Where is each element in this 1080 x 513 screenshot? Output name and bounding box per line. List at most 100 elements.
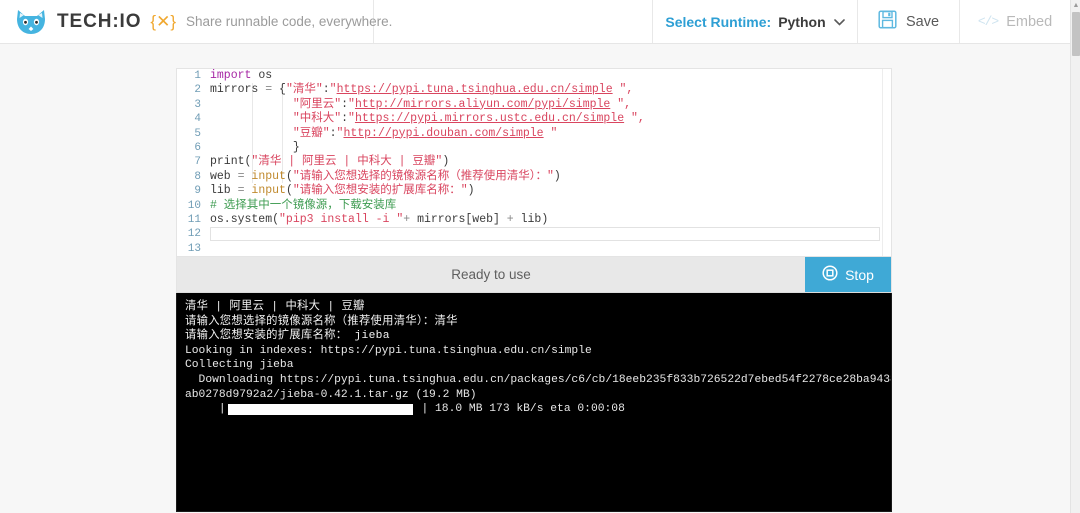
code-token: " bbox=[348, 112, 355, 126]
code-token: ( bbox=[285, 169, 293, 183]
top-navigation-bar: TECH:IO {✕} Share runnable code, everywh… bbox=[0, 0, 1070, 44]
code-token: "中科大" bbox=[292, 112, 342, 126]
editor-line-number: 11 bbox=[187, 213, 201, 226]
code-token: https://pypi.mirrors.ustc.edu.cn/simple bbox=[354, 112, 625, 126]
code-token: } bbox=[210, 140, 300, 154]
progress-bar bbox=[227, 403, 413, 415]
brand-block[interactable]: TECH:IO {✕} Share runnable code, everywh… bbox=[0, 0, 392, 43]
editor-line-number: 2 bbox=[194, 84, 201, 97]
code-editor[interactable]: 1 2 3 4 5 6 7 8 9 10 11 12 13 import os mirrors = {"清… bbox=[176, 68, 892, 257]
page-scrollbar-thumb[interactable] bbox=[1072, 12, 1080, 56]
terminal-line: 清华 | 阿里云 | 中科大 | 豆瓣 bbox=[185, 301, 365, 313]
editor-line-number: 5 bbox=[194, 127, 201, 140]
code-token: ( bbox=[272, 212, 280, 226]
editor-scrollbar-thumb[interactable] bbox=[884, 70, 891, 220]
code-token: os.system bbox=[210, 212, 273, 226]
terminal-line: 请输入您想安装的扩展库名称： jieba bbox=[185, 330, 390, 343]
terminal-line: Collecting jieba bbox=[185, 359, 294, 372]
editor-line-number: 9 bbox=[194, 185, 201, 198]
selected-runtime-value: Python bbox=[778, 13, 826, 30]
editor-code-line[interactable]: "中科大":"https://pypi.mirrors.ustc.edu.cn/… bbox=[210, 112, 881, 126]
code-token: "请输入您想选择的镜像源名称（推荐使用清华）：" bbox=[292, 169, 554, 183]
code-brackets-icon: </> bbox=[977, 14, 999, 29]
code-token: { bbox=[279, 83, 286, 97]
code-token: + bbox=[506, 212, 521, 226]
code-token: " bbox=[329, 83, 337, 97]
code-token: "清华 | 阿里云 | 中科大 | 豆瓣" bbox=[251, 155, 443, 169]
progress-suffix: | 18.0 MB 173 kB/s eta 0:00:08 bbox=[414, 403, 625, 416]
terminal-line: 请输入您想选择的镜像源名称（推荐使用清华）：清华 bbox=[185, 315, 458, 328]
editor-line-number: 12 bbox=[187, 228, 201, 241]
editor-code-line[interactable]: mirrors = {"清华":"https://pypi.tuna.tsing… bbox=[210, 83, 881, 97]
code-token: ", bbox=[612, 83, 634, 97]
select-runtime-dropdown[interactable]: Select Runtime: Python bbox=[653, 0, 858, 43]
editor-code-line[interactable]: # 选择其中一个镜像源，下载安装库 bbox=[210, 199, 881, 213]
terminal-line: Downloading https://pypi.tuna.tsinghua.e… bbox=[185, 373, 892, 386]
nav-spacer bbox=[374, 0, 653, 43]
code-token: input bbox=[251, 184, 286, 198]
code-token: os bbox=[251, 69, 273, 82]
editor-code-line[interactable]: web = input("请输入您想选择的镜像源名称（推荐使用清华）：") bbox=[210, 170, 881, 184]
editor-active-line[interactable] bbox=[210, 227, 880, 241]
code-token: ", bbox=[624, 112, 645, 126]
save-button[interactable]: Save bbox=[858, 0, 960, 43]
editor-code-line[interactable]: os.system("pip3 install -i "+ mirrors[we… bbox=[210, 213, 881, 227]
floppy-disk-icon bbox=[878, 9, 897, 34]
code-token: print bbox=[210, 155, 245, 169]
stop-square-icon bbox=[822, 265, 838, 284]
fox-head-logo-icon bbox=[14, 7, 48, 37]
embed-button[interactable]: </> Embed bbox=[960, 0, 1070, 43]
code-token: "请输入您想安装的扩展库名称：" bbox=[292, 184, 468, 198]
save-label: Save bbox=[905, 13, 940, 30]
stop-button[interactable]: Stop bbox=[805, 257, 891, 292]
workspace: 1 2 3 4 5 6 7 8 9 10 11 12 13 import os mirrors = {"清… bbox=[176, 68, 892, 513]
brand-braces-icon: {✕} bbox=[150, 11, 177, 31]
editor-code-line[interactable] bbox=[210, 242, 881, 256]
editor-gutter: 1 2 3 4 5 6 7 8 9 10 11 12 13 bbox=[177, 69, 206, 256]
editor-code-line[interactable]: print("清华 | 阿里云 | 中科大 | 豆瓣") bbox=[210, 155, 881, 169]
code-token: ) bbox=[442, 155, 450, 169]
editor-code-line[interactable]: "阿里云":"http://mirrors.aliyun.com/pypi/si… bbox=[210, 98, 881, 112]
code-token: lib bbox=[210, 184, 238, 198]
page-scrollbar[interactable]: ▲ bbox=[1070, 0, 1080, 513]
code-token: https://pypi.tuna.tsinghua.edu.cn/simple bbox=[336, 83, 613, 97]
editor-line-number: 8 bbox=[194, 170, 201, 183]
terminal-output[interactable]: 清华 | 阿里云 | 中科大 | 豆瓣请输入您想选择的镜像源名称（推荐使用清华）… bbox=[176, 293, 892, 512]
code-token: lib) bbox=[520, 212, 549, 226]
editor-code-line[interactable]: "豆瓣":"http://pypi.douban.com/simple " bbox=[210, 127, 881, 141]
editor-code-line[interactable]: lib = input("请输入您想安装的扩展库名称：") bbox=[210, 184, 881, 198]
download-progress-row: | | 18.0 MB 173 kB/s eta 0:00:08 bbox=[185, 402, 891, 417]
editor-line-number: 7 bbox=[194, 156, 201, 169]
brand-tagline: Share runnable code, everywhere. bbox=[186, 14, 393, 29]
select-runtime-label: Select Runtime: bbox=[665, 13, 772, 30]
editor-line-number: 6 bbox=[194, 141, 201, 154]
code-token: " bbox=[348, 97, 355, 111]
code-token: ) bbox=[467, 184, 475, 198]
code-token: "清华" bbox=[285, 83, 323, 97]
status-message: Ready to use bbox=[177, 257, 805, 292]
progress-bar-fill bbox=[228, 404, 412, 414]
code-token: + bbox=[403, 212, 418, 226]
editor-line-number: 4 bbox=[194, 113, 201, 126]
editor-scrollbar[interactable] bbox=[882, 69, 891, 256]
code-token: "pip3 install -i " bbox=[279, 212, 404, 226]
editor-code-line[interactable]: } bbox=[210, 141, 881, 155]
code-token: " bbox=[543, 126, 558, 140]
code-token: = bbox=[237, 184, 252, 198]
chevron-down-icon bbox=[833, 13, 845, 31]
code-token: "阿里云" bbox=[292, 97, 342, 111]
code-token: ( bbox=[285, 184, 293, 198]
editor-code-line[interactable]: import os bbox=[210, 69, 881, 83]
code-token: = bbox=[265, 83, 280, 97]
code-token: ", bbox=[610, 97, 632, 111]
code-token: web bbox=[210, 169, 238, 183]
editor-line-number: 10 bbox=[187, 199, 201, 212]
code-token: ) bbox=[553, 169, 561, 183]
code-token: http://mirrors.aliyun.com/pypi/simple bbox=[354, 97, 611, 111]
code-token: : bbox=[341, 97, 349, 111]
scroll-up-arrow-icon[interactable]: ▲ bbox=[1072, 2, 1080, 10]
terminal-line: ab0278d9792a2/jieba-0.42.1.tar.gz (19.2 … bbox=[185, 388, 477, 401]
code-token: input bbox=[251, 169, 286, 183]
